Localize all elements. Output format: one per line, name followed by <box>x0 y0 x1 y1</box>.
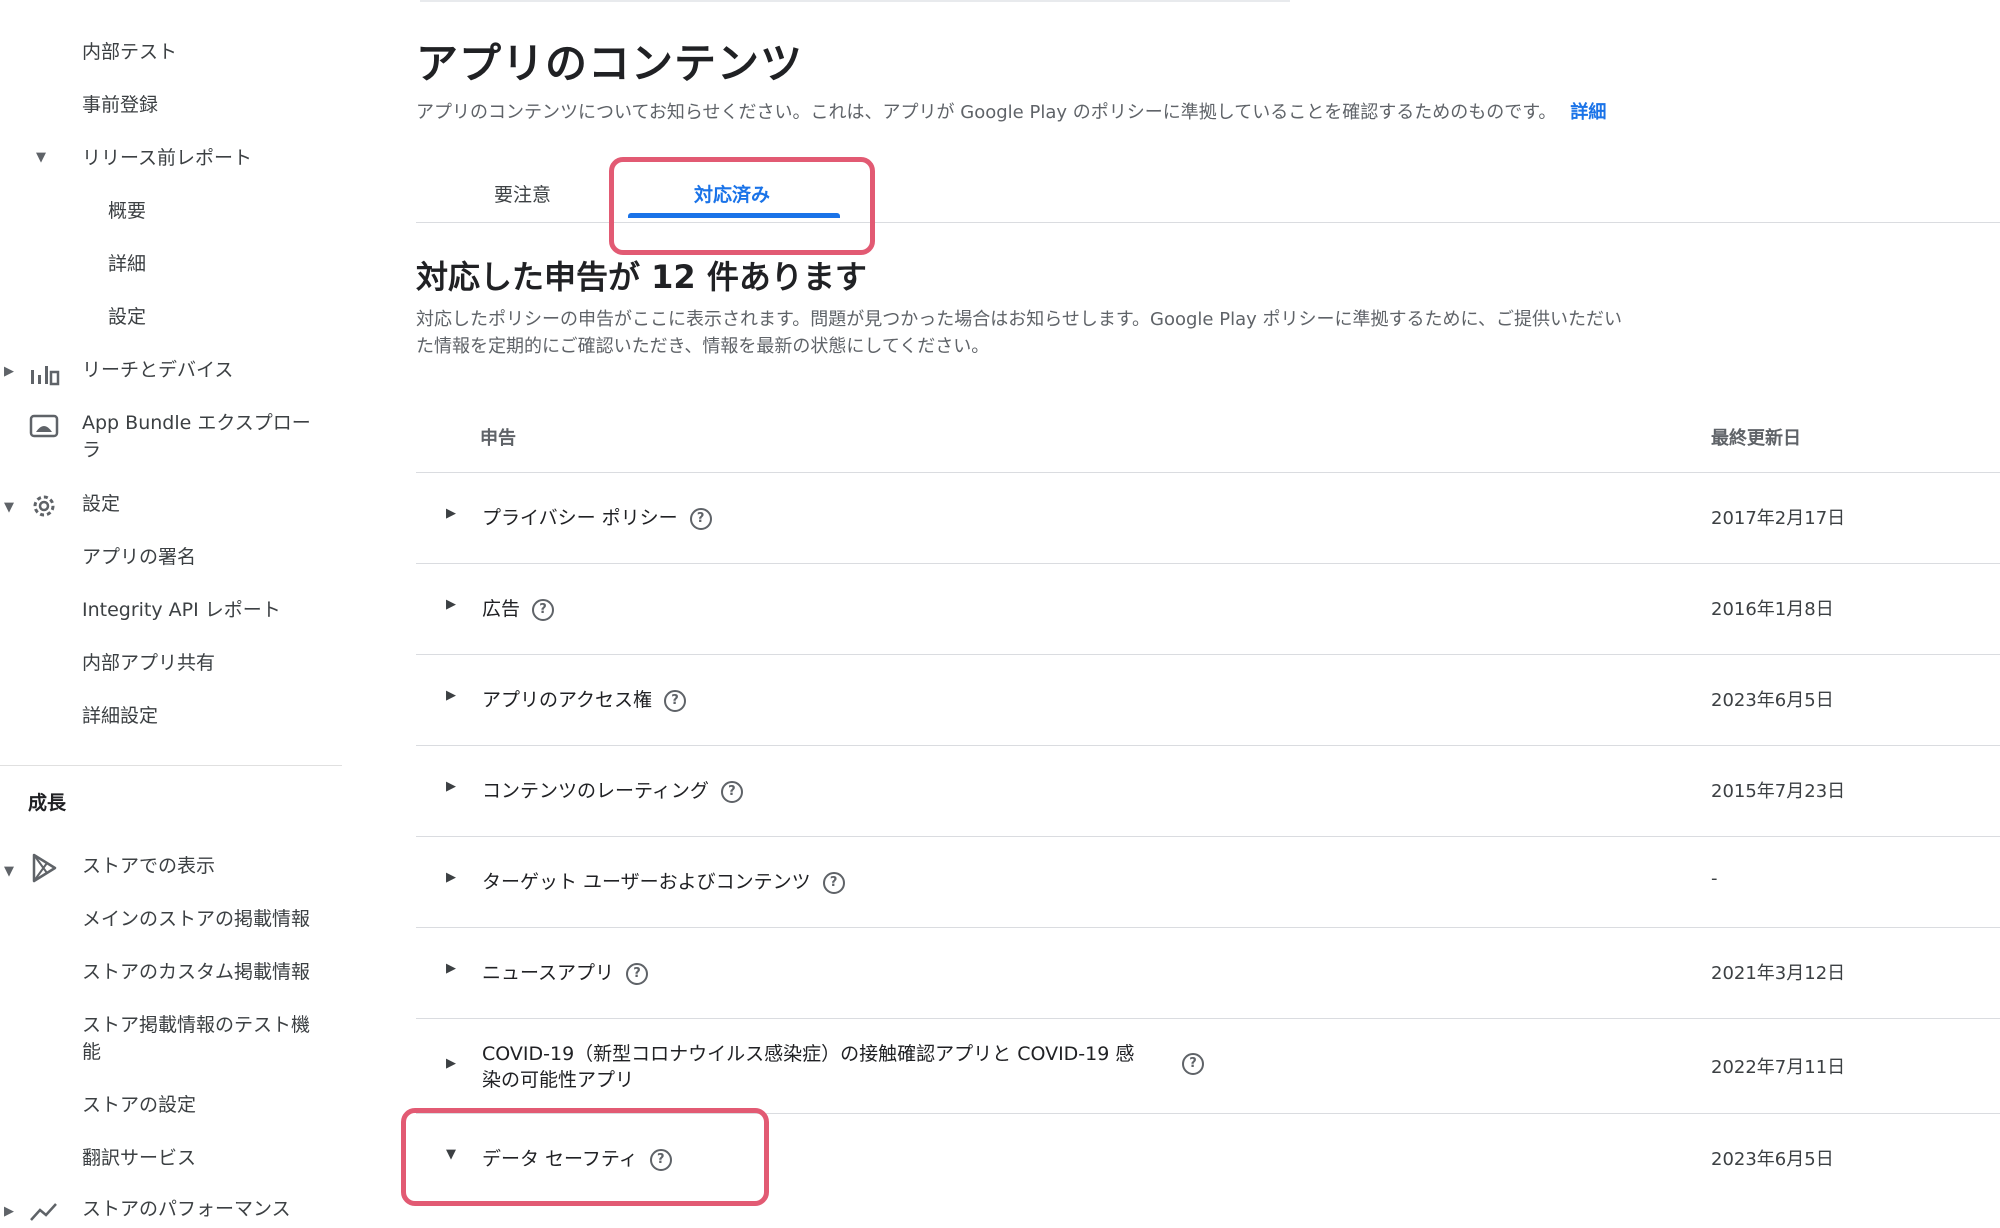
highlight-box-data-safety <box>401 1108 769 1206</box>
details-link[interactable]: 詳細 <box>1570 102 1606 123</box>
android-icon <box>29 414 59 438</box>
row-label: COVID-19（新型コロナウイルス感染症）の接触確認アプリと COVID-19… <box>482 1043 1135 1091</box>
chevron-right-icon[interactable]: ▶ <box>4 1204 14 1219</box>
chevron-down-icon[interactable]: ▼ <box>36 150 46 165</box>
chevron-right-icon[interactable]: ▶ <box>446 506 456 521</box>
row-date: 2023年6月5日 <box>1711 690 1834 711</box>
sidebar-item-store-performance[interactable]: ストアのパフォーマンス <box>82 1196 291 1223</box>
play-store-icon <box>32 853 57 883</box>
sidebar-item-translation-service[interactable]: 翻訳サービス <box>82 1145 196 1172</box>
help-icon[interactable]: ? <box>720 780 743 803</box>
tab-needs-attention[interactable]: 要注意 <box>494 180 551 207</box>
help-icon[interactable]: ? <box>689 507 712 530</box>
chevron-down-icon[interactable]: ▼ <box>4 500 14 515</box>
page-description-text: アプリのコンテンツについてお知らせください。これは、アプリが Google Pl… <box>416 102 1557 123</box>
section-title: 対応した申告が 12 件あります <box>416 258 867 296</box>
highlight-box-tab <box>609 157 875 255</box>
chevron-right-icon[interactable]: ▶ <box>446 870 456 885</box>
chevron-right-icon[interactable]: ▶ <box>446 779 456 794</box>
table-row[interactable]: ▶ ターゲット ユーザーおよびコンテンツ? - <box>416 837 2000 928</box>
sidebar-item-store-settings[interactable]: ストアの設定 <box>82 1092 196 1119</box>
section-description: 対応したポリシーの申告がここに表示されます。問題が見つかった場合はお知らせします… <box>416 309 1622 357</box>
sidebar-item-custom-store-listing[interactable]: ストアのカスタム掲載情報 <box>82 959 310 986</box>
sidebar-item-reach-devices[interactable]: リーチとデバイス <box>82 357 233 384</box>
bar-chart-icon <box>31 366 60 386</box>
sidebar-item-main-store-listing[interactable]: メインのストアの掲載情報 <box>82 906 310 933</box>
row-label: ターゲット ユーザーおよびコンテンツ <box>482 871 811 893</box>
row-date: - <box>1711 868 1718 889</box>
sidebar-item-app-signing[interactable]: アプリの署名 <box>82 544 196 571</box>
gear-icon <box>33 495 55 517</box>
row-date: 2021年3月12日 <box>1711 963 1846 984</box>
help-icon[interactable]: ? <box>1182 1053 1204 1075</box>
help-icon[interactable]: ? <box>532 598 555 621</box>
row-label: ニュースアプリ <box>482 962 615 984</box>
table-row[interactable]: ▶ コンテンツのレーティング? 2015年7月23日 <box>416 746 2000 837</box>
sidebar-section-growth: 成長 <box>28 792 67 814</box>
help-icon[interactable]: ? <box>822 871 845 894</box>
sidebar-item-advanced-settings[interactable]: 詳細設定 <box>82 703 158 730</box>
sidebar-item-overview[interactable]: 概要 <box>108 198 146 225</box>
page-title: アプリのコンテンツ <box>416 39 804 88</box>
chevron-right-icon[interactable]: ▶ <box>446 688 456 703</box>
help-icon[interactable]: ? <box>626 962 649 985</box>
row-date: 2023年6月5日 <box>1711 1149 1834 1170</box>
row-date: 2017年2月17日 <box>1711 508 1846 529</box>
sidebar: 内部テスト 事前登録 ▼ リリース前レポート 概要 詳細 設定 ▶ リーチとデバ… <box>0 0 342 1221</box>
chevron-right-icon[interactable]: ▶ <box>446 597 456 612</box>
row-date: 2015年7月23日 <box>1711 781 1846 802</box>
sidebar-item-report-settings[interactable]: 設定 <box>108 304 146 331</box>
column-header-last-updated: 最終更新日 <box>1711 428 1801 449</box>
row-label: アプリのアクセス権 <box>482 689 653 711</box>
table-row[interactable]: ▶ 広告? 2016年1月8日 <box>416 564 2000 655</box>
trend-icon <box>30 1203 57 1221</box>
row-label: 広告 <box>482 598 521 620</box>
sidebar-item-internal-app-sharing[interactable]: 内部アプリ共有 <box>82 650 215 677</box>
sidebar-item-app-bundle-explorer[interactable]: App Bundle エクスプローラ <box>82 410 322 464</box>
table-row[interactable]: ▶ プライバシー ポリシー? 2017年2月17日 <box>416 473 2000 564</box>
table-row[interactable]: ▶ COVID-19（新型コロナウイルス感染症）の接触確認アプリと COVID-… <box>416 1019 2000 1114</box>
sidebar-item-store-presence[interactable]: ストアでの表示 <box>82 853 215 880</box>
sidebar-item-pre-registration[interactable]: 事前登録 <box>82 92 158 119</box>
declarations-table: 申告 最終更新日 ▶ プライバシー ポリシー? 2017年2月17日 ▶ 広告?… <box>416 410 2000 1204</box>
sidebar-item-settings[interactable]: 設定 <box>82 491 120 518</box>
row-label: コンテンツのレーティング <box>482 780 709 802</box>
help-icon[interactable]: ? <box>664 689 687 712</box>
chevron-right-icon[interactable]: ▶ <box>446 1056 456 1071</box>
page-description: アプリのコンテンツについてお知らせください。これは、アプリが Google Pl… <box>416 98 1606 124</box>
chevron-right-icon[interactable]: ▶ <box>4 364 14 379</box>
column-header-declaration: 申告 <box>480 428 516 449</box>
top-scrollbar[interactable] <box>420 0 1290 2</box>
sidebar-item-integrity-api[interactable]: Integrity API レポート <box>82 597 281 624</box>
sidebar-item-pre-launch-report[interactable]: リリース前レポート <box>82 145 252 172</box>
sidebar-item-store-listing-experiments[interactable]: ストア掲載情報のテスト機能 <box>82 1012 322 1066</box>
table-row[interactable]: ▶ アプリのアクセス権? 2023年6月5日 <box>416 655 2000 746</box>
sidebar-divider <box>0 765 342 766</box>
table-row[interactable]: ▶ ニュースアプリ? 2021年3月12日 <box>416 928 2000 1019</box>
row-date: 2016年1月8日 <box>1711 599 1834 620</box>
row-date: 2022年7月11日 <box>1711 1057 1846 1078</box>
row-label: プライバシー ポリシー <box>482 507 678 529</box>
chevron-down-icon[interactable]: ▼ <box>4 864 14 879</box>
sidebar-item-internal-test[interactable]: 内部テスト <box>82 39 177 66</box>
chevron-right-icon[interactable]: ▶ <box>446 961 456 976</box>
table-header: 申告 最終更新日 <box>416 410 2000 473</box>
sidebar-item-details[interactable]: 詳細 <box>108 251 146 278</box>
